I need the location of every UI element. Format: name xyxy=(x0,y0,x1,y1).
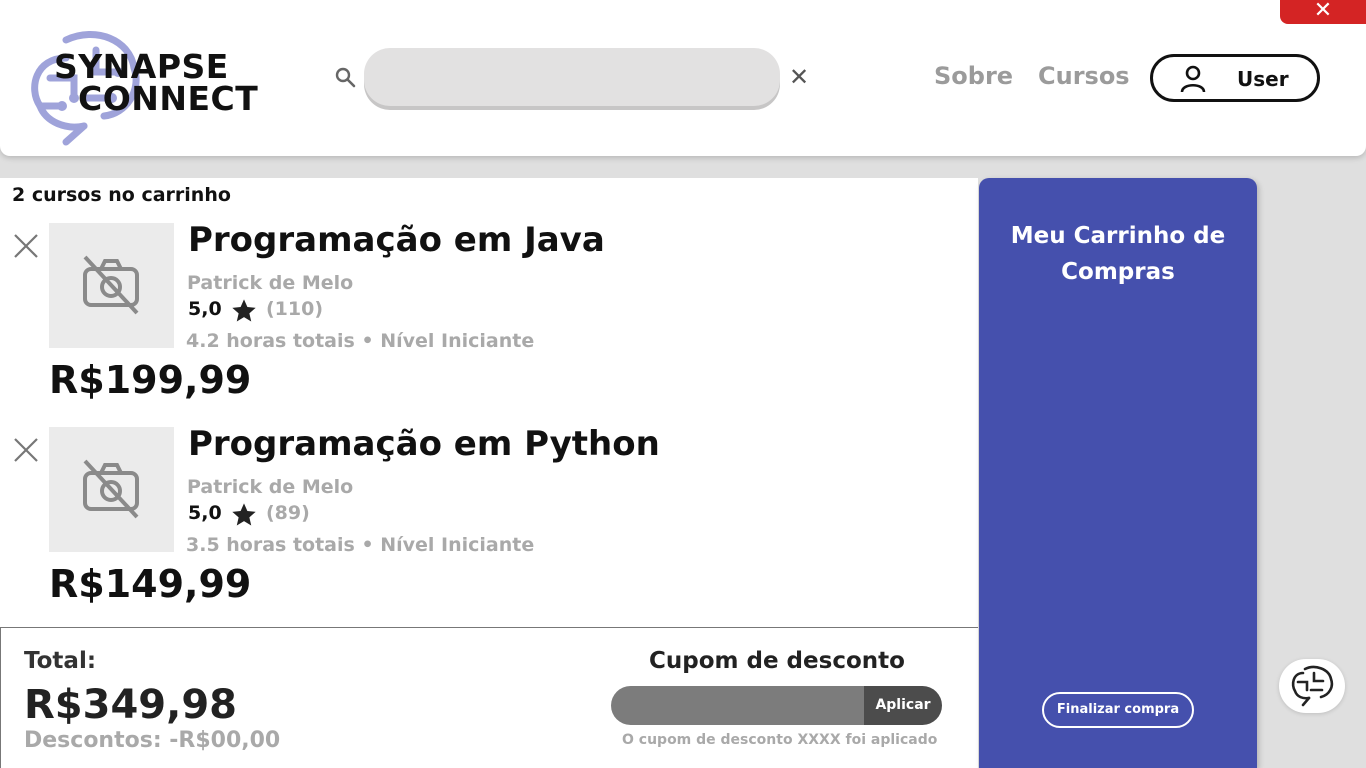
logo[interactable]: SYNAPSE CONNECT xyxy=(26,28,266,148)
cart-item: Programação em Java Patrick de Melo 5,0 … xyxy=(0,178,978,402)
course-rating: 5,0 xyxy=(188,502,222,524)
search-input[interactable] xyxy=(364,48,780,106)
brain-chat-icon xyxy=(1291,665,1334,707)
finalize-purchase-button[interactable]: Finalizar compra xyxy=(1042,692,1194,728)
remove-icon[interactable] xyxy=(12,232,40,260)
chat-button[interactable] xyxy=(1279,659,1345,713)
logo-text-line2: CONNECT xyxy=(78,79,259,118)
close-icon[interactable]: ✕ xyxy=(1280,0,1366,24)
apply-coupon-button[interactable]: Aplicar xyxy=(864,686,942,725)
cart-list: 2 cursos no carrinho Programação em Java… xyxy=(0,178,978,628)
coupon-input[interactable] xyxy=(611,686,865,725)
course-meta: 4.2 horas totais • Nível Iniciante xyxy=(186,330,535,352)
total-value: R$349,98 xyxy=(24,682,237,728)
course-title[interactable]: Programação em Java xyxy=(188,220,605,260)
clear-search-icon[interactable]: ✕ xyxy=(788,65,810,89)
course-author: Patrick de Melo xyxy=(187,272,354,294)
course-thumbnail[interactable] xyxy=(49,427,174,552)
star-icon xyxy=(232,503,256,526)
course-author: Patrick de Melo xyxy=(187,476,354,498)
top-header: SYNAPSE CONNECT ✕ Sobre Cursos User xyxy=(0,0,1366,156)
course-title[interactable]: Programação em Python xyxy=(188,424,660,464)
course-review-count: (89) xyxy=(266,502,310,524)
coupon-title: Cupom de desconto xyxy=(649,648,905,674)
no-camera-icon xyxy=(83,459,139,519)
cart-item: Programação em Python Patrick de Melo 5,… xyxy=(0,382,978,606)
total-label: Total: xyxy=(24,648,97,674)
discount-text: Descontos: -R$00,00 xyxy=(24,728,281,753)
user-button[interactable]: User xyxy=(1150,54,1320,102)
sidebar-title: Meu Carrinho de Compras xyxy=(1010,223,1226,285)
remove-icon[interactable] xyxy=(12,436,40,464)
user-label: User xyxy=(1237,67,1289,91)
coupon-message: O cupom de desconto XXXX foi aplicado xyxy=(622,732,938,748)
user-icon xyxy=(1180,65,1206,93)
cart-summary: Total: R$349,98 Descontos: -R$00,00 Cupo… xyxy=(0,627,978,768)
no-camera-icon xyxy=(83,255,139,315)
star-icon xyxy=(232,299,256,322)
nav-link-sobre[interactable]: Sobre xyxy=(934,62,1013,90)
course-meta: 3.5 horas totais • Nível Iniciante xyxy=(186,534,535,556)
course-price: R$149,99 xyxy=(49,562,252,606)
cart-sidebar: Meu Carrinho de Compras Finalizar compra xyxy=(979,178,1257,768)
course-review-count: (110) xyxy=(266,298,324,320)
course-thumbnail[interactable] xyxy=(49,223,174,348)
course-rating: 5,0 xyxy=(188,298,222,320)
nav-link-cursos[interactable]: Cursos xyxy=(1038,62,1130,90)
search-icon[interactable] xyxy=(334,66,356,88)
